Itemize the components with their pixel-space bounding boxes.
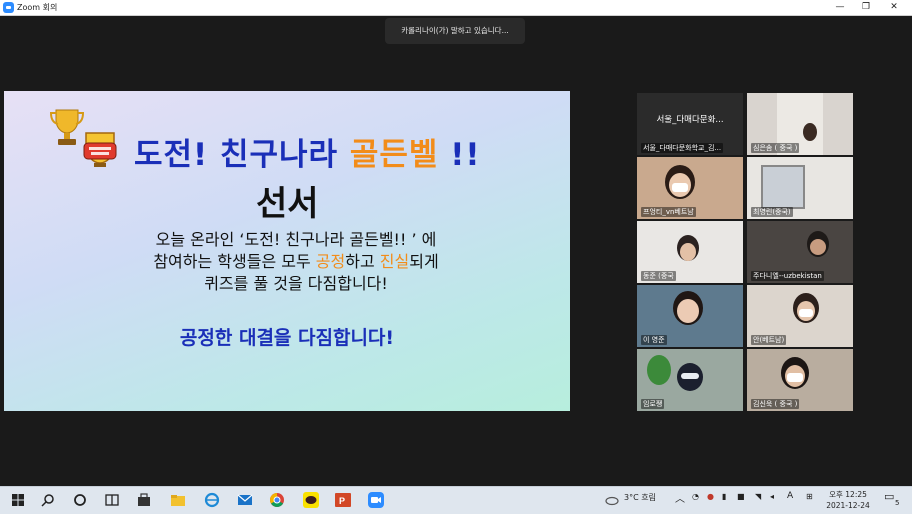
participant-tile[interactable]: 안(베트남) bbox=[747, 285, 853, 347]
green-hand-figure bbox=[647, 355, 671, 385]
slide-body: 오늘 온라인 ‘도전! 친구나라 골든벨!! ’ 에 참여하는 학생들은 모두 … bbox=[86, 229, 506, 295]
weather-text[interactable]: 3°C 흐림 bbox=[624, 492, 656, 503]
slide-title: 도전! 친구나라 골든벨 !! bbox=[134, 129, 480, 174]
participant-name: 안(베트남) bbox=[751, 335, 787, 345]
notification-count: 5 bbox=[895, 499, 900, 507]
participant-tile[interactable]: 주다니엘--uzbekistan bbox=[747, 221, 853, 283]
slide-pledge: 공정한 대결을 다짐합니다! bbox=[179, 327, 395, 349]
chrome-icon[interactable] bbox=[268, 491, 286, 509]
shared-screen: 도전! 친구나라 골든벨 !! 선서 오늘 온라인 ‘도전! 친구나라 골든벨!… bbox=[4, 91, 570, 411]
participant-name: 최영린(중국) bbox=[751, 207, 793, 217]
participant-big-name: 서울_다매다문화... bbox=[656, 115, 724, 125]
zoom-app-icon bbox=[3, 2, 14, 13]
slide-title-highlight: 골든벨 bbox=[349, 137, 439, 173]
participant-tile[interactable]: 최영린(중국) bbox=[747, 157, 853, 219]
participant-tile[interactable]: 동준 (중국 bbox=[637, 221, 743, 283]
mask bbox=[787, 373, 803, 382]
participant-face bbox=[677, 299, 699, 323]
participant-face bbox=[680, 243, 696, 261]
window-title: Zoom 회의 bbox=[17, 3, 58, 12]
slide-subtitle: 선서 bbox=[256, 184, 319, 224]
participant-tile[interactable]: 심은솜 ( 중국 ) bbox=[747, 93, 853, 155]
participant-tile[interactable]: 프엉티_vn베트남 bbox=[637, 157, 743, 219]
participant-face bbox=[810, 239, 826, 255]
slide-title-end: !! bbox=[438, 137, 481, 173]
camera-icon[interactable]: ■ bbox=[737, 492, 745, 501]
search-icon[interactable] bbox=[39, 491, 57, 509]
participant-name: 심은솜 ( 중국 ) bbox=[751, 143, 800, 153]
tray-alert-icon[interactable]: ● bbox=[707, 492, 714, 501]
mail-icon[interactable] bbox=[236, 491, 254, 509]
highlight-truth: 진실 bbox=[379, 252, 410, 271]
taskbar-clock[interactable]: 오후 12:25 2021-12-24 bbox=[824, 489, 872, 511]
input-language[interactable]: A bbox=[787, 491, 793, 501]
windows-start-icon[interactable] bbox=[9, 491, 27, 509]
participant-tile[interactable]: 임로쨍 bbox=[637, 349, 743, 411]
zoom-taskbar-icon[interactable] bbox=[367, 491, 385, 509]
participant-tile[interactable]: 서울_다매다문화... 서울_다매다문화학교_김... bbox=[637, 93, 743, 155]
close-button[interactable]: ✕ bbox=[880, 0, 908, 15]
wifi-icon[interactable]: ◥ bbox=[755, 492, 761, 501]
line2-part-b: 하고 bbox=[345, 252, 380, 271]
slide-body-line-3: 퀴즈를 풀 것을 다짐합니다! bbox=[204, 274, 388, 293]
restore-button[interactable]: ❐ bbox=[852, 0, 880, 15]
notification-icon[interactable]: ▭ bbox=[884, 490, 894, 503]
participant-tile[interactable]: 이 영준 bbox=[637, 285, 743, 347]
slide-body-line-1: 오늘 온라인 ‘도전! 친구나라 골든벨!! ’ 에 bbox=[155, 230, 437, 249]
participant-name: 프엉티_vn베트남 bbox=[641, 207, 696, 217]
participant-name: 임로쨍 bbox=[641, 399, 665, 409]
windows-taskbar: P 3°C 흐림 ︿ ◔ ● ▮ ■ ◥ ◂ A ⊞ 오후 12:25 2021… bbox=[0, 486, 912, 514]
weather-cloud-icon bbox=[605, 496, 619, 506]
video-window bbox=[761, 165, 805, 209]
line2-part-c: 되게 bbox=[409, 252, 439, 271]
window-titlebar: Zoom 회의 — ❐ ✕ bbox=[0, 0, 912, 16]
participant-tile[interactable]: 김신욱 ( 중국 ) bbox=[747, 349, 853, 411]
microphone-icon[interactable]: ▮ bbox=[722, 492, 726, 501]
store-icon[interactable] bbox=[135, 491, 153, 509]
active-speaker-indicator: 카롤리나이(가) 말하고 있습니다... bbox=[385, 18, 525, 44]
internet-explorer-icon[interactable] bbox=[203, 491, 221, 509]
slide-body-line-2: 참여하는 학생들은 모두 공정하고 진실되게 bbox=[86, 251, 506, 273]
cortana-icon[interactable] bbox=[71, 491, 89, 509]
volume-icon[interactable]: ◂ bbox=[770, 492, 774, 501]
participant-name: 동준 (중국 bbox=[641, 271, 676, 281]
chevron-up-icon[interactable]: ︿ bbox=[675, 490, 685, 505]
tray-icon-1[interactable]: ◔ bbox=[692, 492, 699, 501]
minimize-button[interactable]: — bbox=[826, 0, 854, 15]
participant-name: 서울_다매다문화학교_김... bbox=[641, 143, 724, 153]
clock-time: 오후 12:25 bbox=[829, 490, 867, 499]
participant-name: 이 영준 bbox=[641, 335, 667, 345]
powerpoint-icon[interactable]: P bbox=[334, 491, 352, 509]
line2-part-a: 참여하는 학생들은 모두 bbox=[153, 252, 316, 271]
mask bbox=[799, 309, 813, 317]
participant-name: 주다니엘--uzbekistan bbox=[751, 271, 824, 281]
mask bbox=[672, 183, 688, 192]
kakaotalk-icon[interactable] bbox=[302, 491, 320, 509]
golden-bell-logo-icon bbox=[83, 132, 117, 167]
ime-icon[interactable]: ⊞ bbox=[806, 492, 813, 501]
participant-video bbox=[803, 123, 817, 141]
slide-title-main: 도전! 친구나라 bbox=[134, 137, 350, 173]
highlight-fair: 공정 bbox=[315, 252, 346, 271]
clock-date: 2021-12-24 bbox=[826, 501, 870, 510]
svg-text:P: P bbox=[339, 496, 345, 506]
task-view-icon[interactable] bbox=[103, 491, 121, 509]
file-explorer-icon[interactable] bbox=[169, 491, 187, 509]
participant-name: 김신욱 ( 중국 ) bbox=[751, 399, 800, 409]
hero-mask bbox=[681, 373, 699, 379]
